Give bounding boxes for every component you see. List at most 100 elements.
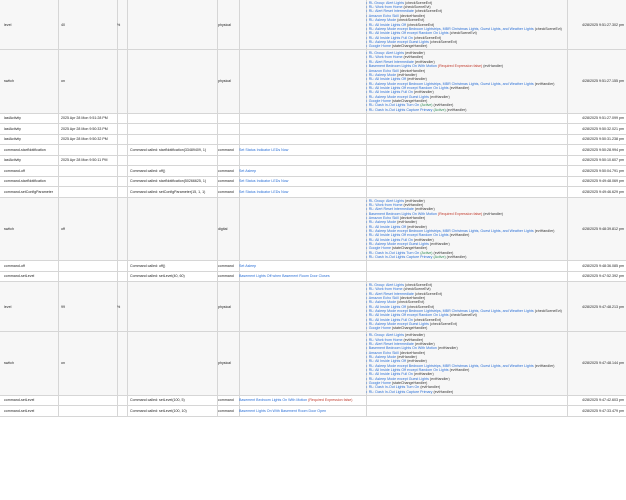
triggered-app-item: • RL: Dash In-Out Lights Capture Primary … — [366, 390, 453, 394]
event-type: physical — [218, 304, 231, 309]
table-row: command-setLevel Command called: setLevel… — [0, 395, 626, 407]
event-name: switch — [4, 79, 14, 84]
triggered-app-handler: (evtHandler) — [534, 363, 555, 368]
event-source-link[interactable]: Basement Lights On With Basement Room Do… — [239, 409, 326, 413]
event-source-link[interactable]: Basement Lights Off when Basement Room D… — [239, 274, 330, 278]
event-value — [61, 187, 116, 197]
event-unit — [117, 156, 126, 166]
event-source — [239, 135, 365, 145]
event-type: command — [218, 398, 234, 403]
event-date: 4/28/2025 9:47:48.213 pm — [582, 304, 624, 309]
event-name: command-setLevel — [4, 408, 35, 413]
event-description — [130, 114, 216, 124]
triggered-apps-list — [366, 261, 566, 271]
table-row: lastActivity 2025 Apr 28 Mon 9:50:32 PM 4/… — [0, 134, 626, 146]
triggered-apps-list — [366, 187, 566, 197]
event-value — [61, 177, 116, 187]
event-description — [130, 156, 216, 166]
event-date: 4/28/2025 9:51:27.099 pm — [582, 116, 624, 121]
event-description: Command called: startNotification(502666… — [130, 179, 207, 184]
event-name: switch — [4, 226, 14, 231]
event-type: physical — [218, 79, 231, 84]
event-name: command-setLevel — [4, 274, 35, 279]
triggered-apps-list: • RL Group: Alert Lights (evtHandler) • RL:… — [366, 332, 566, 394]
event-type: command — [218, 408, 234, 413]
event-name: switch — [4, 361, 14, 366]
event-date: 4/28/2025 9:48:36.085 pm — [582, 263, 624, 268]
event-type — [218, 156, 238, 166]
triggered-app-note: (Required Expression false) — [437, 64, 483, 69]
event-source-note: (Required Expression false) — [308, 398, 353, 403]
triggered-app-link[interactable]: Google Home — [369, 326, 391, 330]
event-unit — [117, 114, 126, 124]
event-source: Basement Lights On With Basement Room Do… — [239, 406, 365, 416]
event-date: 4/28/2025 9:50:31.238 pm — [582, 137, 624, 142]
event-name: command-setConfigParameter — [4, 189, 53, 194]
event-name: command-off — [4, 263, 25, 268]
table-row: lastActivity 2025 Apr 28 Mon 9:50:11 PM 4/… — [0, 155, 626, 167]
event-source-link[interactable]: Set Status Indicator LEDs Now — [239, 190, 288, 194]
event-unit — [117, 166, 126, 176]
event-description — [130, 198, 216, 260]
event-description: Command called: setLevel(100, 10) — [130, 408, 187, 413]
event-date: 4/28/2025 9:50:04.791 pm — [582, 168, 624, 173]
event-type: command — [218, 189, 234, 194]
event-name: level — [4, 304, 12, 309]
event-source-link[interactable]: Set Asleep — [239, 169, 256, 173]
event-type: command — [218, 147, 234, 152]
event-source: Basement Lights Off when Basement Room D… — [239, 272, 365, 282]
bullet-icon: • — [366, 255, 368, 259]
event-date: 4/28/2025 9:47:48.144 pm — [582, 361, 624, 366]
triggered-app-link[interactable]: RL: Dash In-Out Lights Capture Primary — [369, 255, 433, 259]
triggered-app-note: (Active) — [433, 255, 446, 259]
event-date: 4/28/2025 9:47:52.392 pm — [582, 274, 624, 279]
triggered-app-handler: (evtHandler) — [446, 107, 467, 112]
triggered-app-handler: (evtHandler) — [534, 228, 555, 233]
triggered-apps-list: • RL Group: Alert Lights (checkSceneEvt) •… — [366, 0, 566, 49]
event-date: 4/28/2025 9:50:32.021 pm — [582, 126, 624, 131]
event-type — [218, 114, 238, 124]
event-type: command — [218, 179, 234, 184]
bullet-icon: • — [366, 389, 368, 394]
event-source: Set Status Indicator LEDs Now — [239, 187, 365, 197]
event-source — [239, 156, 365, 166]
bullet-icon: • — [366, 44, 368, 49]
triggered-apps-list — [366, 145, 566, 155]
triggered-apps-list — [366, 396, 566, 406]
event-source — [239, 114, 365, 124]
triggered-app-link[interactable]: RL: Dash In-Out Lights Capture Primary — [369, 390, 433, 394]
triggered-app-note: (Active) — [433, 107, 446, 112]
event-source-link[interactable]: Set Status Indicator LEDs Now — [239, 179, 288, 183]
triggered-apps-list — [366, 124, 566, 134]
table-row: command-startNotification Command called:… — [0, 145, 626, 156]
event-description: Command called: setLevel(40, 60) — [130, 274, 185, 279]
event-source-link[interactable]: Basement Bedroom Lights On With Motion — [239, 398, 307, 402]
event-unit: % — [117, 22, 121, 27]
event-history-table: level 40% physical • RL Group: Alert Lights … — [0, 0, 626, 417]
event-name: lastActivity — [4, 116, 21, 121]
triggered-app-link[interactable]: Google Home — [369, 44, 391, 48]
event-source-link[interactable]: Set Status Indicator LEDs Now — [239, 148, 288, 152]
triggered-app-link[interactable]: RL: Dash In-Out Lights Capture Primary — [369, 108, 433, 112]
event-date: 4/28/2025 9:49:48.069 pm — [582, 179, 624, 184]
event-source — [239, 282, 365, 331]
event-name: command-off — [4, 168, 25, 173]
event-source: Set Status Indicator LEDs Now — [239, 145, 365, 155]
event-value — [61, 406, 116, 416]
table-row: command-setConfigParameter Command called… — [0, 187, 626, 198]
triggered-app-handler: (evtHandler) — [429, 94, 450, 99]
event-description — [130, 0, 216, 49]
event-value — [61, 272, 116, 282]
event-value: off — [61, 226, 65, 231]
event-source-link[interactable]: Set Asleep — [239, 264, 256, 268]
event-date: 4/28/2025 9:48:39.812 pm — [582, 226, 624, 231]
triggered-app-handler: (evtHandler) — [449, 85, 470, 90]
event-name: level — [4, 22, 12, 27]
event-unit — [117, 396, 126, 406]
event-source: Basement Bedroom Lights On With Motion (… — [239, 396, 365, 406]
event-type: command — [218, 168, 234, 173]
event-type: digital — [218, 226, 228, 231]
event-date: 4/28/2025 9:47:42.603 pm — [582, 398, 624, 403]
event-unit — [117, 177, 126, 187]
event-description — [130, 135, 216, 145]
